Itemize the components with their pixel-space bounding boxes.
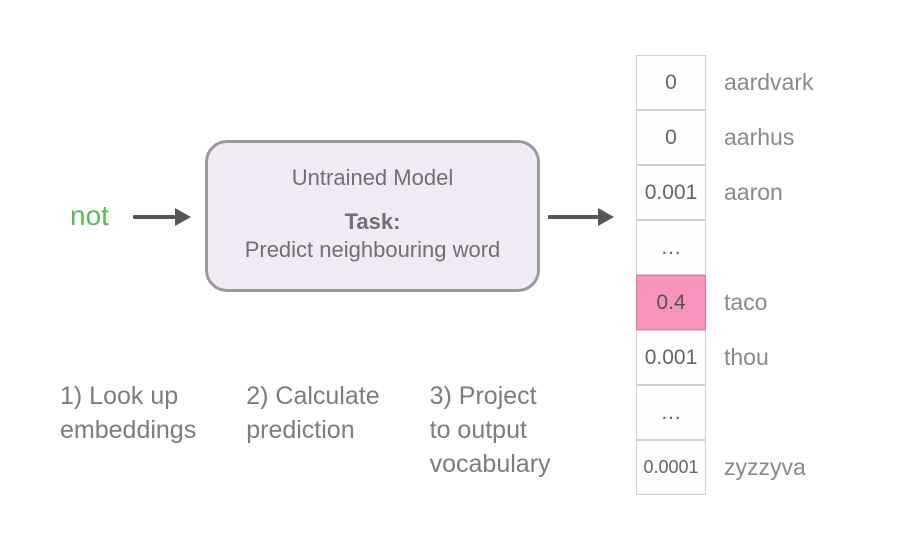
output-row: 0.0001 zyzzyva <box>636 440 813 495</box>
output-cell-ellipsis: … <box>636 220 706 275</box>
arrow-model-to-output <box>548 208 614 226</box>
output-word: thou <box>724 344 769 371</box>
output-word: aardvark <box>724 69 813 96</box>
output-cell-ellipsis: … <box>636 385 706 440</box>
step-2-line1: 2) Calculate <box>246 380 379 414</box>
output-word: taco <box>724 289 767 316</box>
arrow-shaft <box>133 215 175 219</box>
step-1-line2: embeddings <box>60 414 196 448</box>
step-3-line2: to output <box>430 414 551 448</box>
step-3: 3) Project to output vocabulary <box>430 380 551 481</box>
output-cell: 0 <box>636 110 706 165</box>
output-cell: 0 <box>636 55 706 110</box>
step-2-line2: prediction <box>246 414 379 448</box>
output-cell: 0.001 <box>636 330 706 385</box>
output-cell-highlight: 0.4 <box>636 275 706 330</box>
arrow-head-icon <box>598 208 614 226</box>
model-box: Untrained Model Task: Predict neighbouri… <box>205 140 540 292</box>
output-word: zyzzyva <box>724 454 806 481</box>
model-task-label: Task: <box>208 209 537 235</box>
output-cell: 0.0001 <box>636 440 706 495</box>
steps-row: 1) Look up embeddings 2) Calculate predi… <box>60 380 551 481</box>
output-row: 0 aarhus <box>636 110 813 165</box>
arrow-shaft <box>548 215 598 219</box>
step-3-line3: vocabulary <box>430 448 551 482</box>
output-row: 0.001 aaron <box>636 165 813 220</box>
output-row: … <box>636 220 813 275</box>
arrow-head-icon <box>175 208 191 226</box>
step-3-line1: 3) Project <box>430 380 551 414</box>
output-row: 0.001 thou <box>636 330 813 385</box>
step-1: 1) Look up embeddings <box>60 380 196 481</box>
output-cell: 0.001 <box>636 165 706 220</box>
model-title: Untrained Model <box>208 165 537 191</box>
output-word: aaron <box>724 179 783 206</box>
step-2: 2) Calculate prediction <box>246 380 379 481</box>
output-vector: 0 aardvark 0 aarhus 0.001 aaron … 0.4 ta… <box>636 55 813 495</box>
output-row: 0.4 taco <box>636 275 813 330</box>
output-row: … <box>636 385 813 440</box>
model-task-desc: Predict neighbouring word <box>208 237 537 263</box>
output-word: aarhus <box>724 124 794 151</box>
input-word: not <box>70 200 109 232</box>
step-1-line1: 1) Look up <box>60 380 196 414</box>
arrow-input-to-model <box>133 208 191 226</box>
output-row: 0 aardvark <box>636 55 813 110</box>
